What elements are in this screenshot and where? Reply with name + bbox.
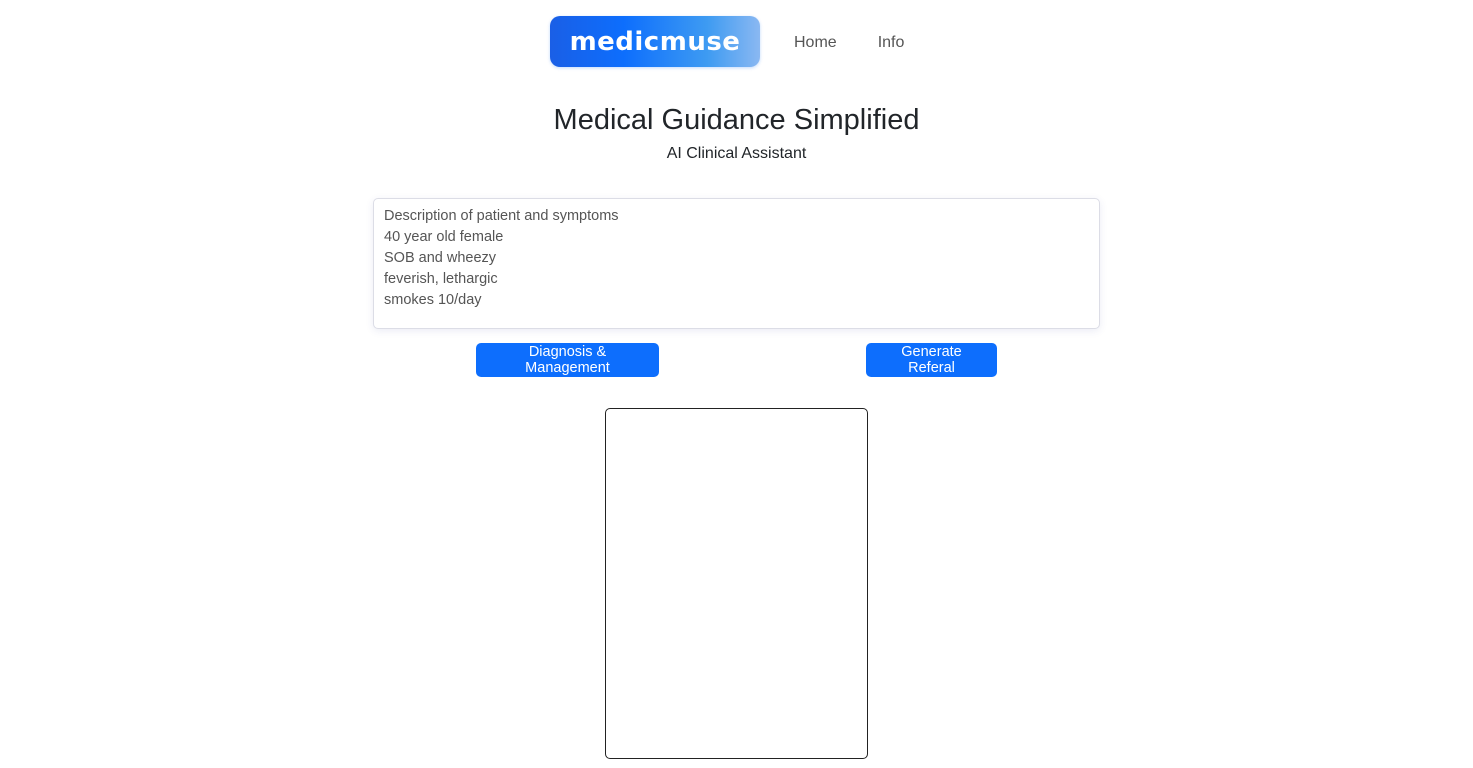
logo-text: medicmuse [569, 26, 741, 57]
page: medicmuse Home Info Medical Guidance Sim… [0, 0, 1473, 768]
logo[interactable]: medicmuse [550, 16, 760, 67]
diagnosis-management-button[interactable]: Diagnosis & Management [476, 343, 659, 377]
page-title: Medical Guidance Simplified [553, 104, 920, 136]
generate-referral-button[interactable]: Generate Referal [866, 343, 997, 377]
symptoms-input[interactable]: Description of patient and symptoms 40 y… [373, 198, 1100, 329]
output-panel [605, 408, 868, 759]
nav-link-info[interactable]: Info [878, 34, 905, 52]
nav-link-home[interactable]: Home [794, 34, 837, 52]
navbar: medicmuse Home Info [550, 16, 904, 67]
page-subtitle: AI Clinical Assistant [666, 145, 807, 162]
